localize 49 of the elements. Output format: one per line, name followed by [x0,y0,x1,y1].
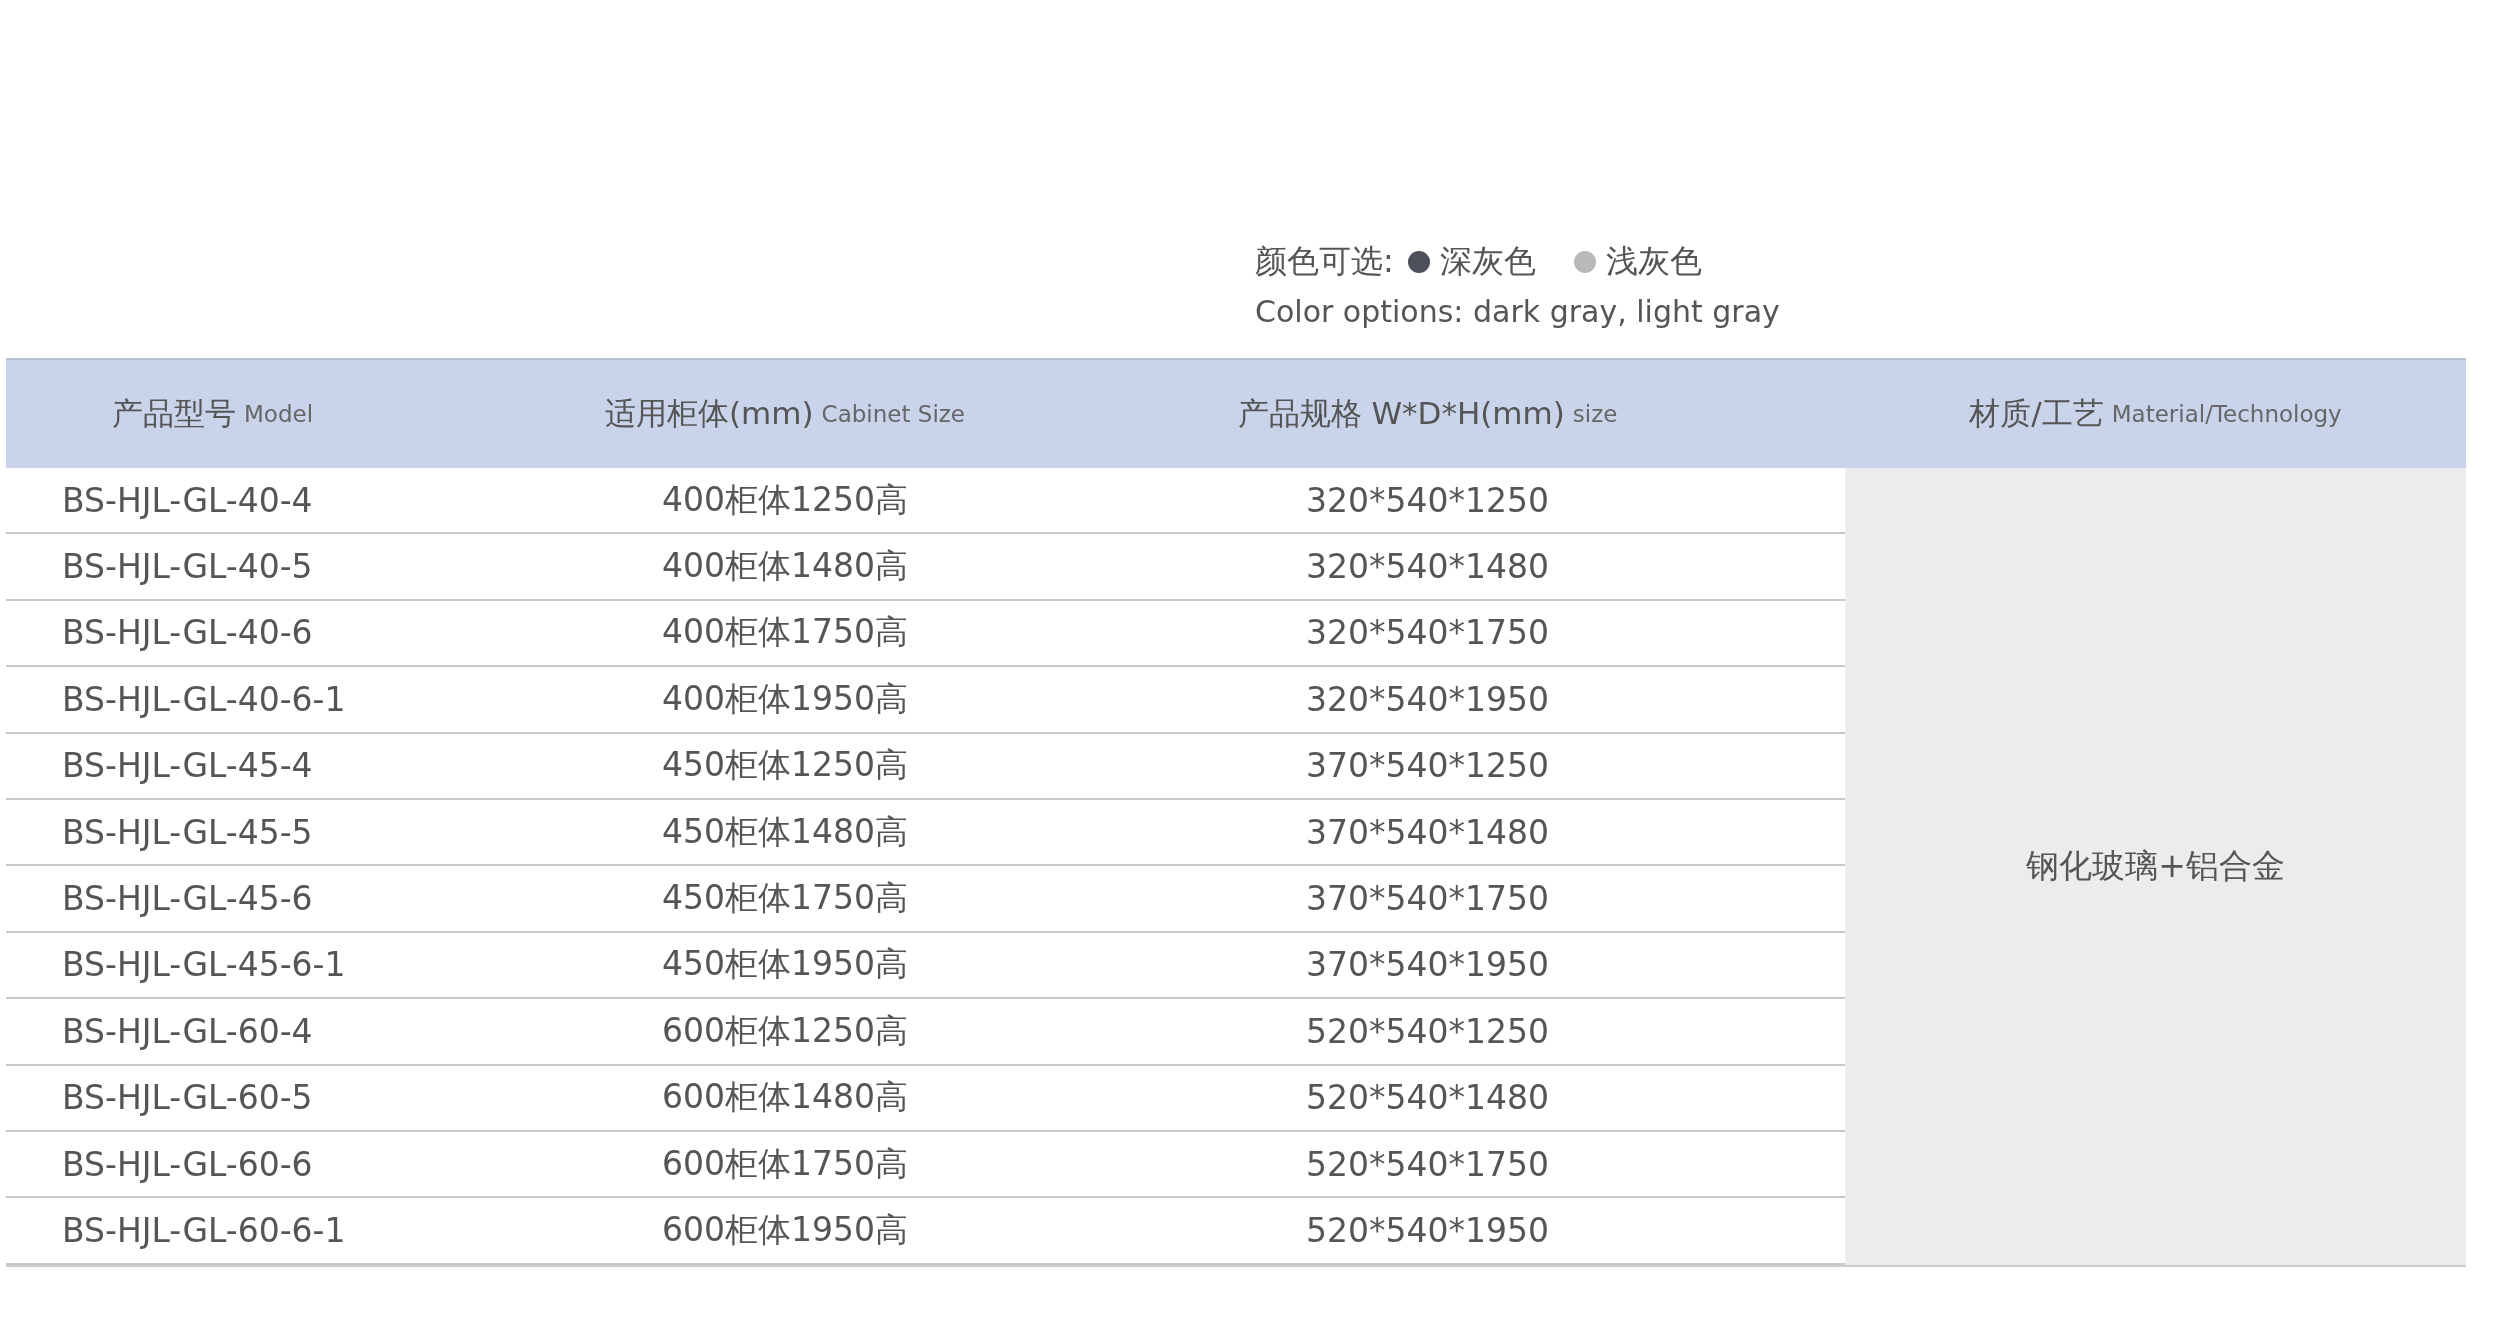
table-cell: 450柜体1480高 [560,799,1010,867]
table-cell: 320*540*1750 [1010,600,1845,668]
table-cell: 320*540*1250 [1010,468,1845,535]
table-cell: 600柜体1950高 [560,1198,1010,1265]
table-cell: 450柜体1950高 [560,932,1010,1000]
table-cell: 600柜体1480高 [560,1065,1010,1132]
table-cell: 600柜体1250高 [560,999,1010,1066]
table-cell: BS-HJL-GL-45-6 [6,866,560,933]
table-cell: 370*540*1950 [1010,932,1845,1000]
column-header-english: size [1572,401,1618,427]
table-cell: BS-HJL-GL-60-6-1 [6,1198,560,1265]
column-header-english: Model [244,401,314,427]
column-header: 产品规格 W*D*H(mm) [1237,394,1565,433]
table-cell: BS-HJL-GL-60-6 [6,1131,560,1199]
table-cell: 400柜体1250高 [560,468,1010,535]
color-option-name: 深灰色 [1439,241,1536,282]
table-cell: 370*540*1250 [1010,733,1845,800]
table-cell: 400柜体1750高 [560,600,1010,668]
table-cell: 450柜体1250高 [560,733,1010,800]
table-cell: BS-HJL-GL-45-4 [6,733,560,800]
column-header: 适用柜体(mm) [605,394,814,433]
table-cell: BS-HJL-GL-40-6-1 [6,667,560,734]
table-cell: 520*540*1480 [1010,1065,1845,1132]
table-cell: BS-HJL-GL-40-5 [6,534,560,601]
table-cell: 520*540*1750 [1010,1131,1845,1199]
column-header-english: Material/Technology [2111,401,2342,427]
table-cell: 600柜体1750高 [560,1131,1010,1199]
table-cell: 400柜体1480高 [560,534,1010,601]
table-cell: 450柜体1750高 [560,866,1010,933]
table-cell: BS-HJL-GL-40-6 [6,600,560,668]
table-cell: BS-HJL-GL-60-4 [6,999,560,1066]
table-cell: 520*540*1950 [1010,1198,1845,1265]
table-cell: 370*540*1480 [1010,799,1845,867]
table-cell: BS-HJL-GL-45-6-1 [6,932,560,1000]
color-options-label: 颜色可选: [1255,241,1394,282]
table-cell: 320*540*1480 [1010,534,1845,601]
table-cell: BS-HJL-GL-45-5 [6,799,560,867]
color-options-caption: Color options: dark gray, light gray [1255,294,1781,329]
table-cell: BS-HJL-GL-40-4 [6,468,560,535]
color-option-name: 浅灰色 [1605,241,1702,282]
table-cell: 520*540*1250 [1010,999,1845,1066]
column-header: 产品型号 [112,394,236,433]
table-cell: 400柜体1950高 [560,667,1010,734]
column-header: 材质/工艺 [1969,394,2104,433]
column-header-english: Cabinet Size [821,401,965,427]
table-cell: 320*540*1950 [1010,667,1845,734]
table-cell: BS-HJL-GL-60-5 [6,1065,560,1132]
material-cell: 钢化玻璃+铝合金 [1845,468,2466,1265]
table-cell: 370*540*1750 [1010,866,1845,933]
